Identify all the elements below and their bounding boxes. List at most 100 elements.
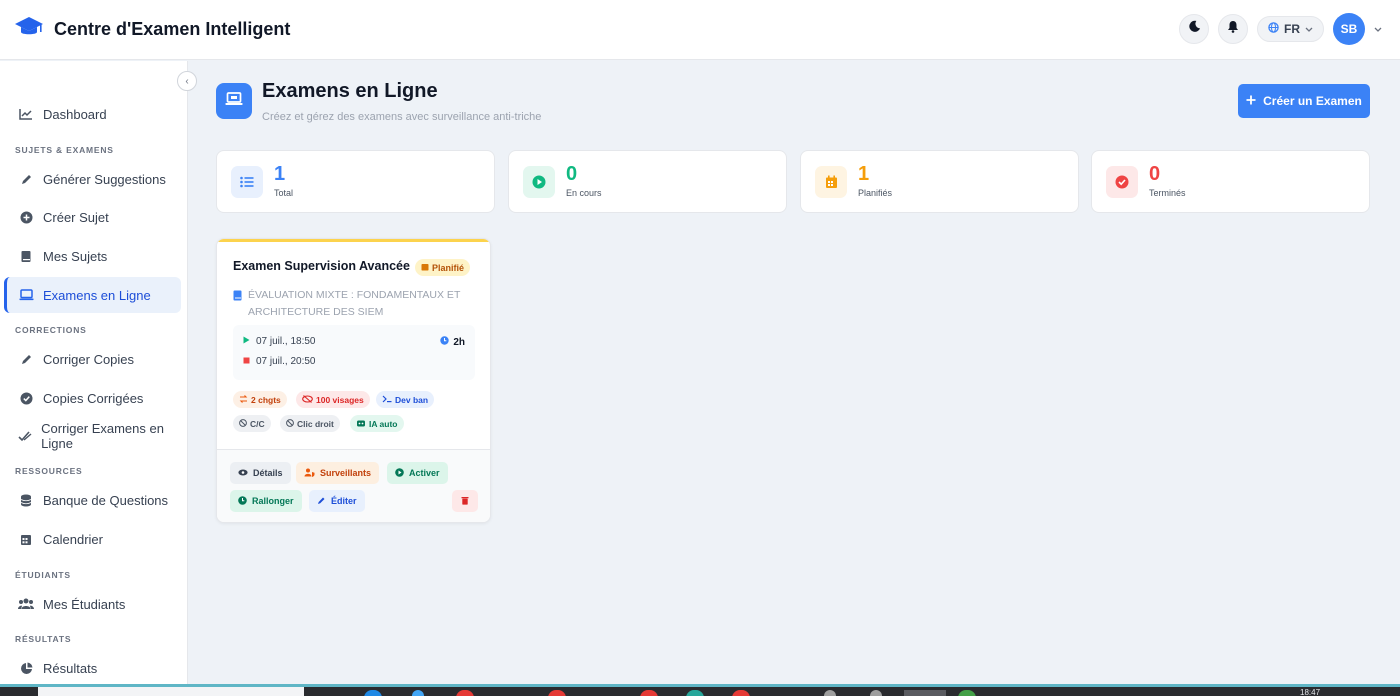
chip-copy: C/C	[233, 415, 271, 432]
brand[interactable]: Centre d'Examen Intelligent	[14, 16, 290, 43]
sidebar-item-examens-en-ligne[interactable]: Examens en Ligne	[4, 277, 181, 313]
section-corrections: CORRECTIONS	[15, 325, 87, 335]
chevron-down-icon[interactable]	[1374, 20, 1382, 38]
exam-schedule: 07 juil., 18:50 07 juil., 20:50 2h	[233, 325, 475, 380]
book-icon	[18, 248, 34, 264]
exchange-icon	[239, 394, 248, 405]
sidebar-item-generer[interactable]: Générer Suggestions	[4, 161, 181, 197]
details-button[interactable]: Détails	[230, 462, 291, 484]
moon-icon	[1188, 20, 1201, 38]
stat-card-planifies: 1 Planifiés	[800, 150, 1079, 213]
page-subtitle: Créez et gérez des examens avec surveill…	[262, 111, 542, 123]
extend-button[interactable]: Rallonger	[230, 490, 302, 512]
status-badge: Planifié	[415, 259, 471, 276]
pencil-icon	[18, 171, 34, 187]
dark-mode-button[interactable]	[1179, 14, 1209, 44]
sidebar-item-copies-corrigees[interactable]: Copies Corrigées	[4, 380, 181, 416]
end-time-text: 07 juil., 20:50	[256, 356, 316, 367]
calendar-icon	[815, 166, 847, 198]
card-status-bar	[217, 239, 490, 242]
robot-icon	[356, 419, 366, 429]
laptop-icon	[225, 91, 243, 111]
plus-circle-icon	[18, 209, 34, 225]
language-label: FR	[1284, 22, 1300, 36]
sidebar-item-banque[interactable]: Banque de Questions	[4, 482, 181, 518]
chip-label: IA auto	[369, 418, 398, 429]
calendar-icon	[421, 263, 429, 273]
surveillants-label: Surveillants	[320, 468, 372, 478]
sidebar-item-calendrier[interactable]: Calendrier	[4, 521, 181, 557]
taskbar-app-active[interactable]	[904, 690, 946, 696]
clock-icon	[440, 336, 450, 348]
sidebar-item-mes-etudiants[interactable]: Mes Étudiants	[4, 586, 181, 622]
sidebar-item-corriger-examens[interactable]: Corriger Examens en Ligne	[4, 418, 181, 454]
sidebar-collapse-button[interactable]: ‹	[177, 71, 197, 91]
graduation-cap-icon	[14, 16, 44, 43]
laptop-icon	[18, 287, 34, 303]
status-label: Planifié	[432, 262, 465, 273]
chip-label: 100 visages	[316, 394, 364, 405]
page-icon	[216, 83, 252, 119]
card-actions: Détails Surveillants Activer Rallonger É…	[217, 449, 490, 522]
stat-label: Planifiés	[858, 188, 893, 198]
section-resultats: RÉSULTATS	[15, 634, 72, 644]
sidebar-item-mes-sujets[interactable]: Mes Sujets	[4, 238, 181, 274]
extend-label: Rallonger	[252, 496, 294, 506]
user-avatar[interactable]: SB	[1333, 13, 1365, 45]
chip-changes: 2 chgts	[233, 391, 287, 408]
activate-button[interactable]: Activer	[387, 462, 448, 484]
stat-value: 1	[274, 163, 286, 185]
chevron-left-icon: ‹	[185, 75, 189, 87]
create-exam-button[interactable]: Créer un Examen	[1238, 84, 1370, 118]
chip-label: C/C	[250, 418, 265, 429]
exam-title: Examen Supervision Avancée	[233, 259, 410, 273]
subject-text: Évaluation mixte : Fondamentaux et archi…	[248, 289, 461, 318]
sidebar-item-label: Mes Sujets	[43, 248, 108, 264]
pen-icon	[18, 351, 34, 367]
stat-card-termines: 0 Terminés	[1091, 150, 1370, 213]
activate-label: Activer	[409, 468, 440, 478]
app-title: Centre d'Examen Intelligent	[54, 19, 291, 39]
sidebar-item-label: Générer Suggestions	[43, 171, 166, 187]
surveillants-button[interactable]: Surveillants	[296, 462, 380, 484]
users-icon	[18, 596, 34, 612]
sidebar-item-label: Mes Étudiants	[43, 596, 126, 612]
sidebar-item-resultats[interactable]: Résultats	[4, 650, 181, 686]
sidebar-item-label: Résultats	[43, 660, 98, 676]
edit-button[interactable]: Éditer	[309, 490, 365, 512]
language-selector[interactable]: FR	[1257, 16, 1324, 42]
play-circle-icon	[395, 467, 404, 479]
stat-card-total: 1 Total	[216, 150, 495, 213]
end-time: 07 juil., 20:50	[243, 356, 316, 367]
stat-label: En cours	[566, 188, 602, 198]
sidebar-item-label: Dashboard	[43, 106, 107, 122]
edit-label: Éditer	[331, 496, 357, 506]
stat-value: 0	[1149, 163, 1161, 185]
stat-card-en-cours: 0 En cours	[508, 150, 787, 213]
delete-button[interactable]	[452, 490, 478, 512]
sidebar-item-label: Corriger Copies	[43, 351, 135, 367]
check-circle-icon	[1106, 166, 1138, 198]
duration-text: 2h	[453, 336, 465, 348]
list-icon	[231, 166, 263, 198]
sidebar-item-corriger-copies[interactable]: Corriger Copies	[4, 341, 181, 377]
book-icon	[233, 290, 242, 321]
user-shield-icon	[304, 468, 315, 479]
clock-icon	[238, 495, 247, 507]
double-check-icon	[18, 428, 32, 444]
sidebar-item-label: Banque de Questions	[43, 492, 169, 508]
taskbar-app-icon[interactable]	[824, 690, 836, 696]
globe-icon	[1268, 22, 1279, 36]
exam-card[interactable]: Examen Supervision Avancée Planifié Éval…	[216, 238, 491, 523]
sidebar-item-creer-sujet[interactable]: Créer Sujet	[4, 199, 181, 235]
notifications-button[interactable]	[1218, 14, 1248, 44]
section-sujets: SUJETS & EXAMENS	[15, 145, 114, 155]
taskbar-app-icon[interactable]	[412, 690, 424, 696]
sidebar-item-dashboard[interactable]: Dashboard	[4, 96, 181, 132]
taskbar-search[interactable]	[38, 687, 304, 696]
pie-chart-icon	[18, 660, 34, 676]
sidebar-item-label: Copies Corrigées	[43, 390, 144, 406]
play-circle-icon	[523, 166, 555, 198]
taskbar-app-icon[interactable]	[870, 690, 882, 696]
section-ressources: RESSOURCES	[15, 466, 83, 476]
